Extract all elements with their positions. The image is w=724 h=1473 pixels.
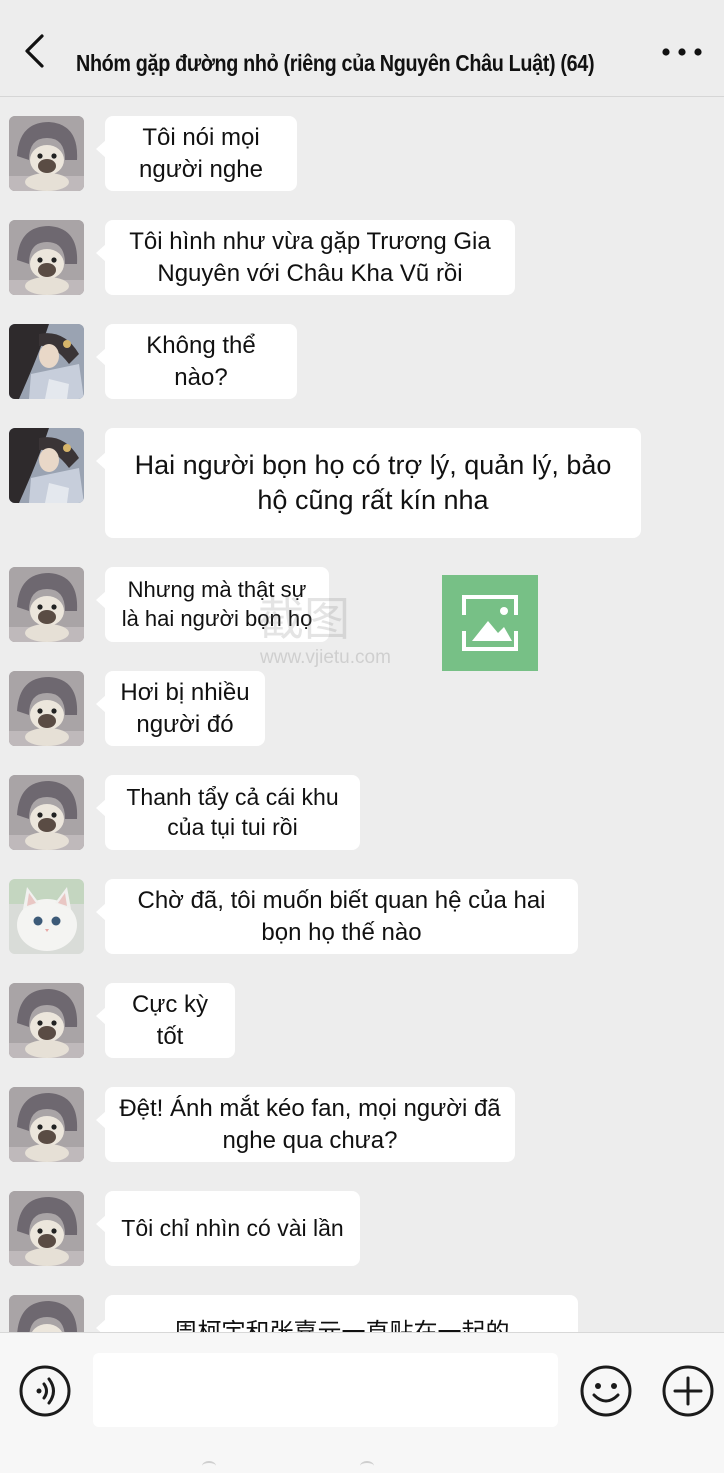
message-text: Thanh tẩy cả cái khu của tụi tui rồi: [126, 783, 339, 840]
message-input[interactable]: [93, 1353, 558, 1427]
plus-button[interactable]: [660, 1363, 716, 1419]
message-text: Chờ đã, tôi muốn biết quan hệ của hai bọ…: [137, 887, 546, 946]
pug-avatar[interactable]: [9, 671, 84, 746]
message-bubble[interactable]: Hai người bọn họ có trợ lý, quản lý, bảo…: [96, 428, 641, 538]
message-bubble[interactable]: Nhưng mà thật sự là hai người bọn họ: [96, 567, 329, 642]
message-bubble[interactable]: Không thể nào?: [96, 324, 297, 399]
pug-avatar[interactable]: [9, 1191, 84, 1266]
message-text: Hai người bọn họ có trợ lý, quản lý, bảo…: [134, 449, 612, 515]
pug-avatar[interactable]: [9, 1087, 84, 1162]
cat-avatar[interactable]: [9, 879, 84, 954]
message-text: Hơi bị nhiều người đó: [120, 679, 250, 738]
message-text: 周柯宇和张嘉元一直贴在一起的: [173, 1318, 510, 1332]
back-button[interactable]: [18, 30, 58, 74]
message-text: Tôi nói mọi người nghe: [139, 124, 263, 183]
emoji-icon: [580, 1365, 632, 1417]
message-text: Cực kỳ tốt: [131, 991, 209, 1050]
nav-hint: [202, 1461, 216, 1471]
more-dots-icon: [662, 48, 702, 56]
voice-icon: [19, 1365, 71, 1417]
pug-avatar[interactable]: [9, 1295, 84, 1332]
girl-avatar[interactable]: [9, 428, 84, 503]
message-bubble[interactable]: 周柯宇和张嘉元一直贴在一起的: [96, 1295, 578, 1332]
message-text: Không thể nào?: [146, 332, 256, 391]
message-bubble[interactable]: Hơi bị nhiều người đó: [96, 671, 265, 746]
message-list[interactable]: Tôi nói mọi người nghe Tôi hình như vừa …: [0, 97, 724, 1332]
pug-avatar[interactable]: [9, 983, 84, 1058]
message-bubble[interactable]: Đệt! Ánh mắt kéo fan, mọi người đã nghe …: [96, 1087, 515, 1162]
message-text: Tôi hình như vừa gặp Trương Gia Nguyên v…: [129, 228, 491, 287]
chat-title: Nhóm gặp đường nhỏ (riêng của Nguyên Châ…: [76, 50, 595, 76]
message-bubble[interactable]: Tôi hình như vừa gặp Trương Gia Nguyên v…: [96, 220, 515, 295]
nav-hint: [360, 1461, 374, 1471]
message-bubble[interactable]: Tôi nói mọi người nghe: [96, 116, 297, 191]
message-bubble[interactable]: Thanh tẩy cả cái khu của tụi tui rồi: [96, 775, 360, 850]
chat-header: Nhóm gặp đường nhỏ (riêng của Nguyên Châ…: [0, 0, 724, 97]
pug-avatar[interactable]: [9, 567, 84, 642]
message-text: Tôi chỉ nhìn có vài lần: [121, 1214, 344, 1241]
chevron-left-icon: [25, 34, 44, 68]
emoji-button[interactable]: [578, 1363, 634, 1419]
message-text: Nhưng mà thật sự là hai người bọn họ: [121, 576, 313, 631]
pug-avatar[interactable]: [9, 775, 84, 850]
message-text: Đệt! Ánh mắt kéo fan, mọi người đã nghe …: [119, 1095, 501, 1154]
input-bar: [0, 1332, 724, 1473]
message-bubble[interactable]: Chờ đã, tôi muốn biết quan hệ của hai bọ…: [96, 879, 578, 954]
more-button[interactable]: [660, 40, 704, 64]
girl-avatar[interactable]: [9, 324, 84, 399]
pug-avatar[interactable]: [9, 116, 84, 191]
plus-icon: [662, 1365, 714, 1417]
pug-avatar[interactable]: [9, 220, 84, 295]
voice-button[interactable]: [17, 1363, 73, 1419]
message-bubble[interactable]: Cực kỳ tốt: [96, 983, 235, 1058]
message-bubble[interactable]: Tôi chỉ nhìn có vài lần: [96, 1191, 360, 1266]
